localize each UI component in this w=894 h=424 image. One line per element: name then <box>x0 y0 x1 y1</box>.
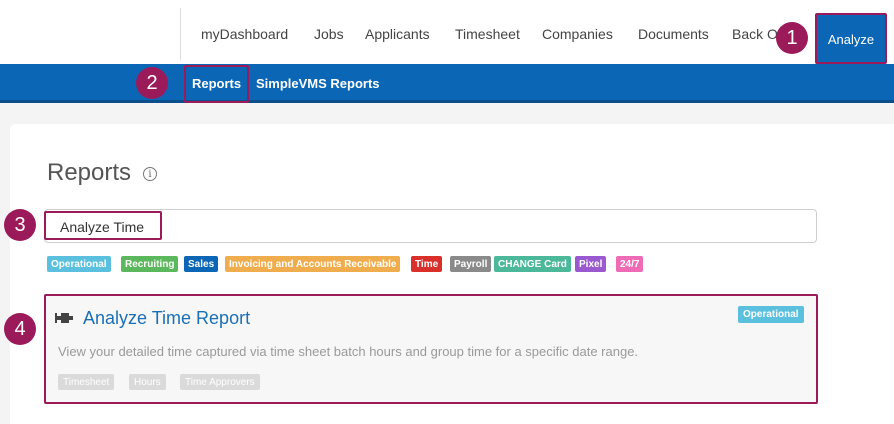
tag-sales[interactable]: Sales <box>184 256 219 272</box>
annotation-marker-3: 3 <box>4 209 36 241</box>
tag-payroll[interactable]: Payroll <box>450 256 492 272</box>
annotation-marker-1: 1 <box>776 22 808 54</box>
tag-recruiting[interactable]: Recruiting <box>121 256 179 272</box>
nav-divider <box>180 8 181 60</box>
highlight-search <box>44 211 162 240</box>
subnav-item-simplevms-reports[interactable]: SimpleVMS Reports <box>256 76 380 91</box>
nav-item-jobs[interactable]: Jobs <box>314 26 344 42</box>
highlight-reports <box>184 65 249 103</box>
nav-item-mydashboard[interactable]: myDashboard <box>201 26 288 42</box>
tag-invoicing[interactable]: Invoicing and Accounts Receivable <box>225 256 401 272</box>
tag-24-7[interactable]: 24/7 <box>616 256 644 272</box>
sub-nav: Reports SimpleVMS Reports <box>0 64 894 103</box>
app-root: myDashboard Jobs Applicants Timesheet Co… <box>0 0 894 424</box>
nav-item-applicants[interactable]: Applicants <box>365 26 430 42</box>
highlight-analyze <box>815 13 887 64</box>
annotation-marker-4: 4 <box>4 313 36 345</box>
tag-pixel[interactable]: Pixel <box>575 256 607 272</box>
nav-item-back-office[interactable]: Back O <box>732 26 778 42</box>
nav-item-timesheet[interactable]: Timesheet <box>455 26 520 42</box>
tag-change-card[interactable]: CHANGE Card <box>494 256 571 272</box>
tag-time[interactable]: Time <box>411 256 443 272</box>
tag-operational[interactable]: Operational <box>47 256 111 272</box>
nav-item-companies[interactable]: Companies <box>542 26 613 42</box>
annotation-marker-2: 2 <box>136 67 168 99</box>
highlight-report <box>44 294 818 404</box>
nav-item-documents[interactable]: Documents <box>638 26 709 42</box>
top-nav: myDashboard Jobs Applicants Timesheet Co… <box>0 0 894 64</box>
info-icon[interactable]: i <box>143 167 157 181</box>
page-title: Reports <box>47 159 132 186</box>
